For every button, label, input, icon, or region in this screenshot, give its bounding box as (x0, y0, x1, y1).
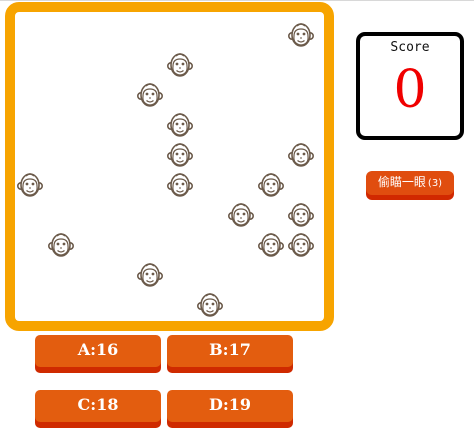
monkey-face-icon (258, 171, 284, 201)
peek-button-label: 偷瞄一眼 (377, 175, 426, 189)
monkey-face-icon (288, 141, 314, 171)
monkey-face-icon (167, 111, 193, 141)
monkey-face-icon (288, 231, 314, 261)
monkey-face-icon (288, 201, 314, 231)
monkey-face-icon (197, 291, 223, 321)
peek-button[interactable]: 偷瞄一眼 (3) (366, 171, 454, 195)
monkey-face-icon (48, 231, 74, 261)
monkey-face-icon (17, 171, 43, 201)
game-board (5, 2, 334, 331)
top-divider (0, 0, 474, 1)
monkey-face-icon (137, 261, 163, 291)
answer-button-c[interactable]: C:18 (35, 390, 161, 422)
answer-button-d[interactable]: D:19 (167, 390, 293, 422)
score-value: 0 (393, 60, 427, 120)
score-panel: Score 0 (356, 32, 464, 140)
monkey-face-icon (167, 141, 193, 171)
monkey-face-icon (167, 171, 193, 201)
answer-button-b[interactable]: B:17 (167, 335, 293, 367)
monkey-face-icon (137, 81, 163, 111)
peek-count: (3) (427, 178, 443, 189)
score-label: Score (390, 40, 430, 55)
answer-button-a[interactable]: A:16 (35, 335, 161, 367)
monkey-face-icon (167, 51, 193, 81)
monkey-face-icon (258, 231, 284, 261)
monkey-face-icon (228, 201, 254, 231)
monkey-face-icon (288, 21, 314, 51)
